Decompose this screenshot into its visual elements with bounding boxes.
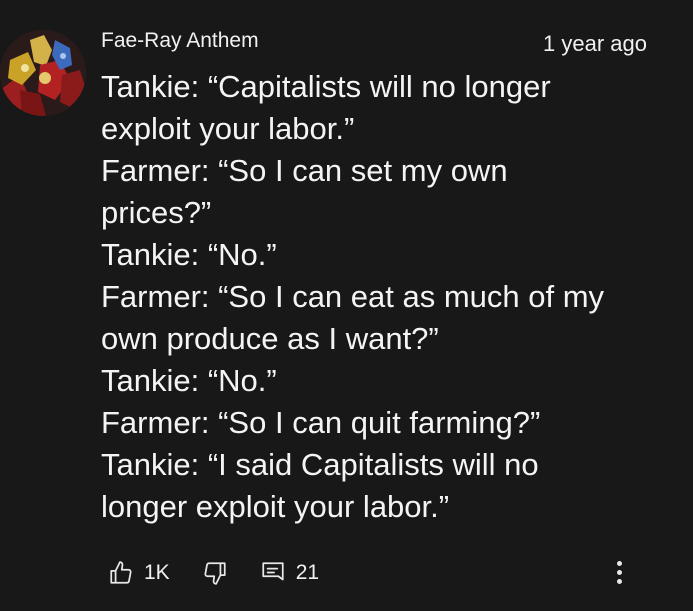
avatar-image — [0, 30, 86, 116]
reply-count: 21 — [295, 561, 320, 584]
author-name[interactable]: Fae-Ray Anthem — [101, 29, 259, 53]
comment-card: Fae-Ray Anthem 1 year ago Tankie: “Capit… — [0, 0, 693, 611]
comment-line: Tankie: “No.” — [101, 237, 277, 272]
comment-line: Farmer: “So I can quit farming?” — [101, 405, 541, 440]
more-vertical-icon — [616, 560, 622, 566]
like-count: 1K — [144, 561, 170, 584]
comment-line: Tankie: “No.” — [101, 363, 277, 398]
like-button[interactable]: 1K — [108, 560, 170, 586]
comment-line: Farmer: “So I can eat as much of my — [101, 279, 605, 314]
comment-text: Tankie: “Capitalists will no longer expl… — [101, 66, 661, 528]
comment-line: Tankie: “I said Capitalists will no — [101, 447, 539, 482]
comment-actions: 1K 21 — [108, 556, 319, 590]
comment-timestamp[interactable]: 1 year ago — [543, 31, 647, 57]
more-options-button[interactable] — [609, 555, 629, 589]
comment-line: exploit your labor.” — [101, 111, 355, 146]
thumbs-down-icon — [202, 560, 228, 586]
comment-line: Farmer: “So I can set my own — [101, 153, 508, 188]
comment-line: longer exploit your labor.” — [101, 489, 450, 524]
comment-line: own produce as I want?” — [101, 321, 439, 356]
reply-button[interactable]: 21 — [260, 560, 319, 586]
dislike-button[interactable] — [202, 560, 228, 586]
avatar[interactable] — [0, 30, 86, 116]
comment-line: prices?” — [101, 195, 212, 230]
comment-line: Tankie: “Capitalists will no longer — [101, 69, 551, 104]
comment-icon — [260, 560, 286, 586]
thumbs-up-icon — [108, 560, 134, 586]
